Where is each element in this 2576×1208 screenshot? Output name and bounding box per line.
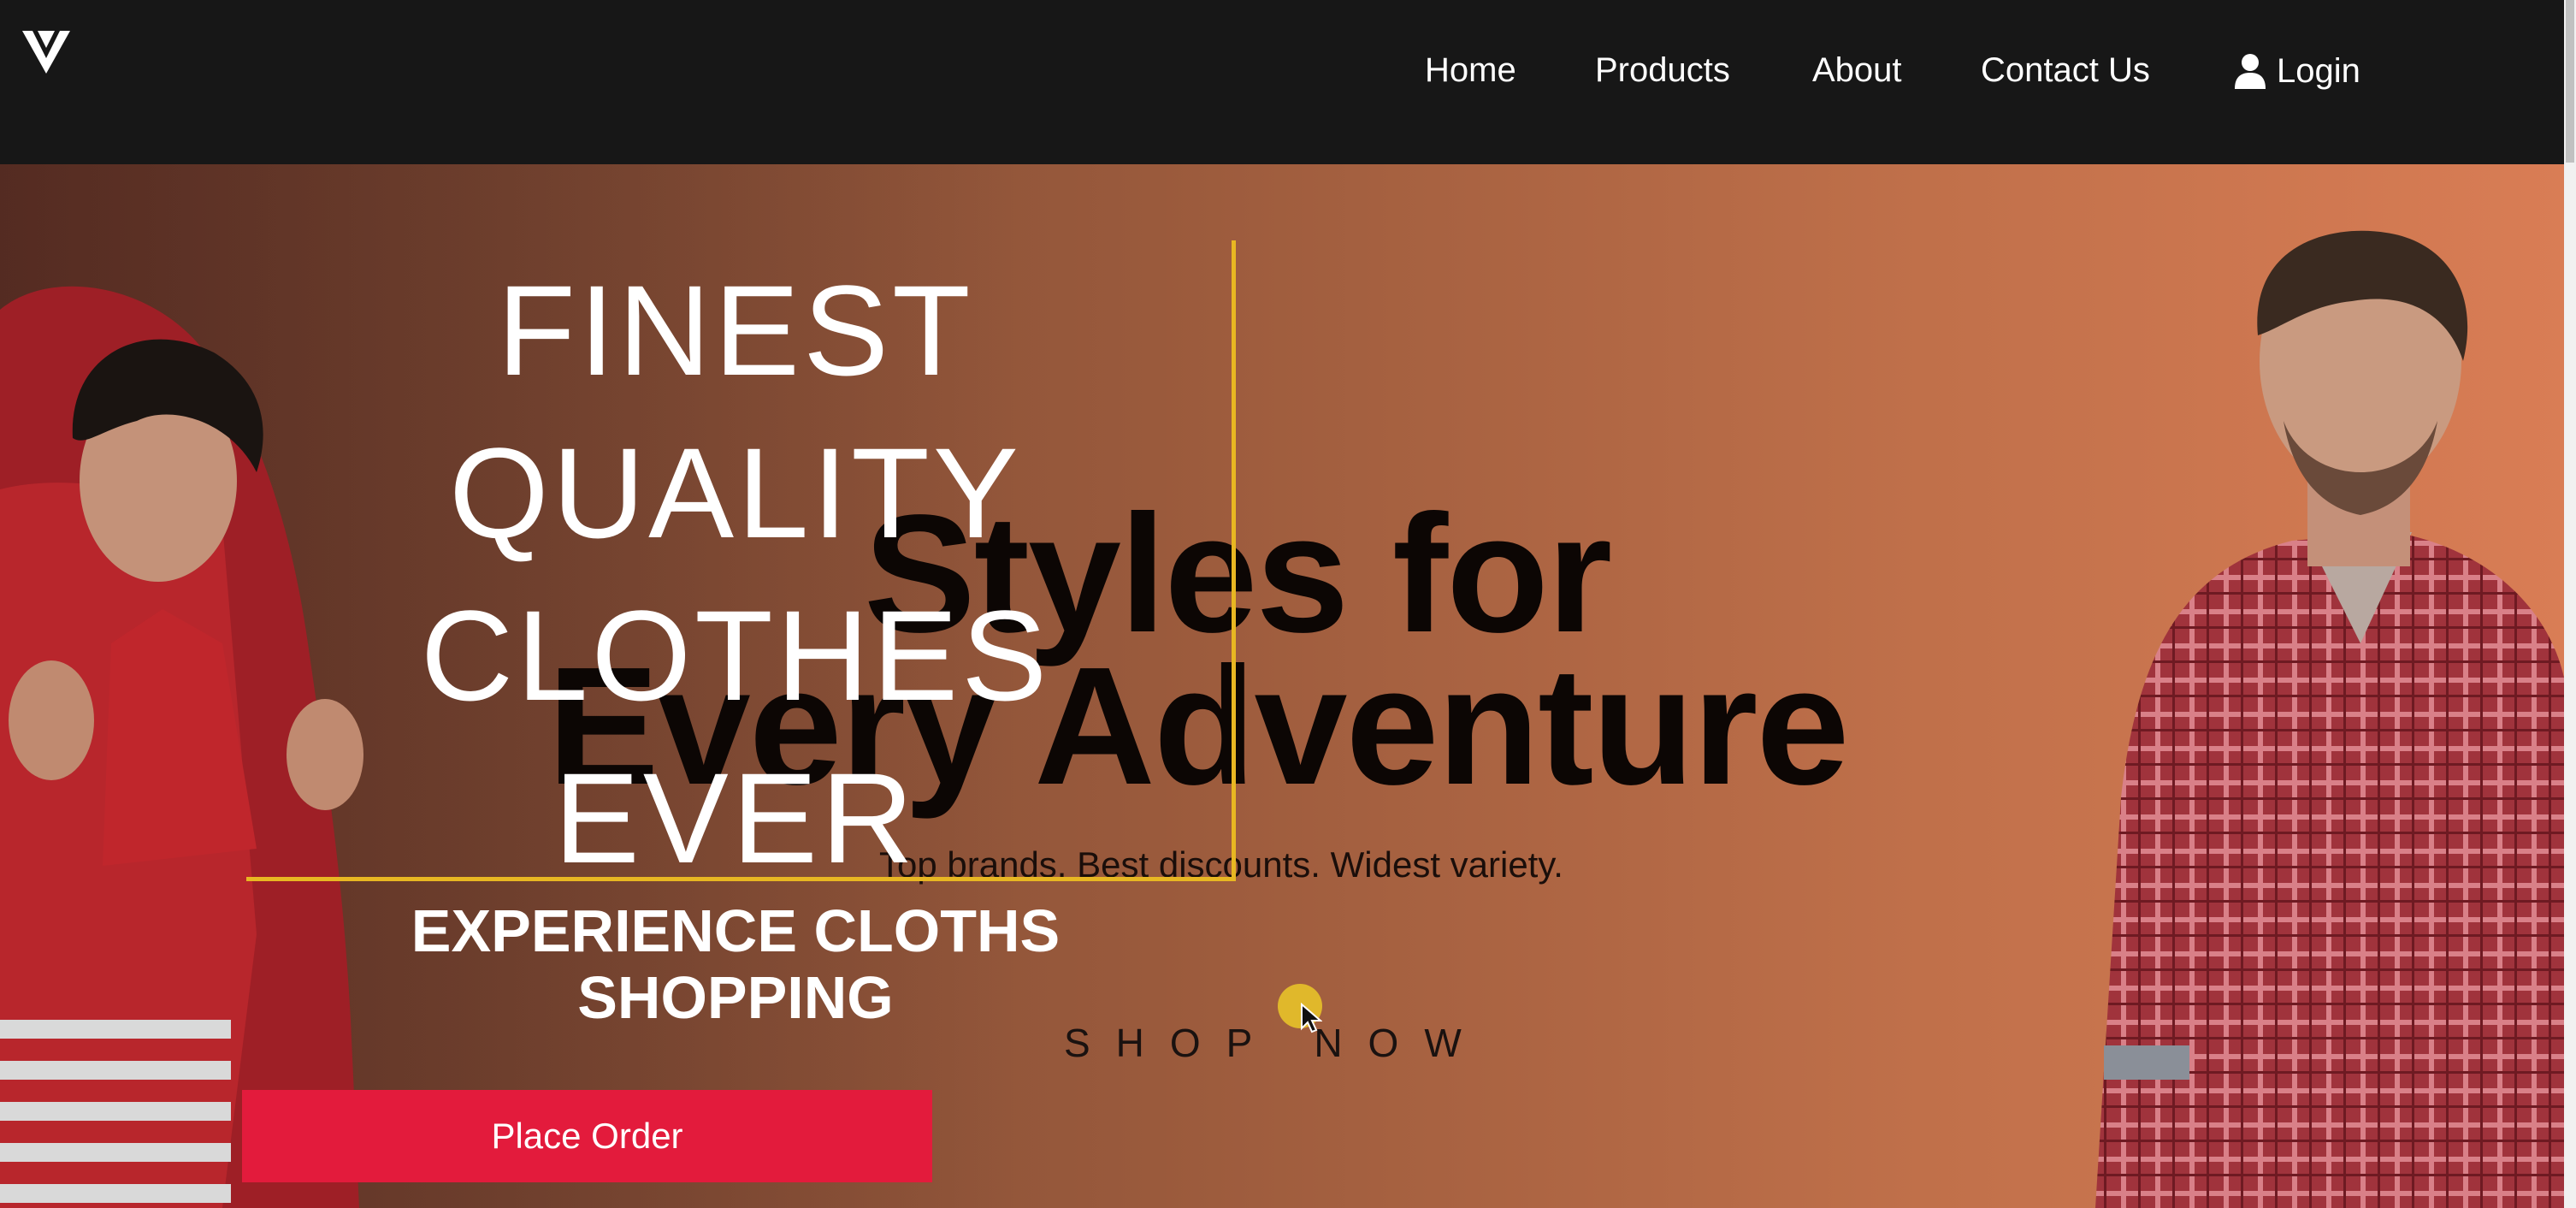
nav-link-products[interactable]: Products — [1595, 53, 1730, 87]
login-label: Login — [2277, 52, 2360, 90]
tagline-line: QUALITY — [449, 421, 1022, 565]
tagline-line: EVER — [553, 746, 918, 890]
nav-link-home[interactable]: Home — [1425, 53, 1516, 87]
tagline-line: FINEST — [497, 258, 974, 402]
model-right-image — [2095, 230, 2564, 1208]
v-logo-icon[interactable] — [21, 26, 72, 77]
nav-link-contact-us[interactable]: Contact Us — [1981, 53, 2150, 87]
place-order-button[interactable]: Place Order — [242, 1090, 932, 1182]
nav-link-about[interactable]: About — [1812, 53, 1902, 87]
mouse-pointer-icon — [1301, 1003, 1322, 1033]
subheading-line2: SHOPPING — [577, 964, 894, 1031]
top-navbar: Home Products About Contact Us Login — [0, 0, 2564, 164]
tagline-line: CLOTHES — [420, 583, 1051, 727]
page-scrollbar[interactable] — [2564, 0, 2576, 1208]
scrollbar-thumb[interactable] — [2566, 0, 2574, 163]
hero-subheading: EXPERIENCE CLOTHS SHOPPING — [308, 897, 1163, 1031]
hero-section: Styles for Every Adventure Top brands. B… — [0, 164, 2564, 1208]
subheading-line1: EXPERIENCE CLOTHS — [411, 897, 1061, 964]
hero-tagline: FINEST QUALITY CLOTHES EVER — [342, 249, 1129, 899]
nav-link-login[interactable]: Login — [2234, 53, 2360, 89]
user-icon — [2235, 54, 2266, 89]
